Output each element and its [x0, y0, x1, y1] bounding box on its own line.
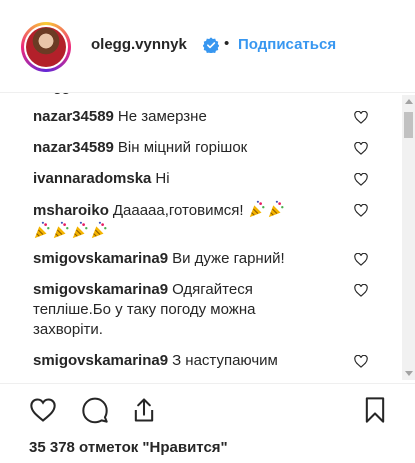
- heart-outline-icon[interactable]: [354, 355, 368, 368]
- follow-button[interactable]: Подписаться: [238, 36, 336, 53]
- comment-author[interactable]: ivannaradomska: [33, 170, 151, 187]
- bookmark-icon[interactable]: [361, 396, 389, 424]
- comment-text: Ні: [155, 170, 170, 187]
- heart-outline-icon[interactable]: [354, 173, 368, 186]
- scroll-down-arrow-icon[interactable]: [405, 371, 413, 376]
- cut-off-comment: olegg_v: [33, 93, 113, 97]
- comment-author[interactable]: nazar34589: [33, 108, 114, 125]
- avatar[interactable]: [21, 22, 71, 72]
- likes-count[interactable]: 35 378 отметок "Нравится": [29, 439, 228, 456]
- comment-author[interactable]: nazar34589: [33, 139, 114, 156]
- comment-author[interactable]: msharoiko: [33, 202, 109, 219]
- scrollbar-thumb[interactable]: [404, 112, 413, 138]
- comment-7: smigovskamarina9 З наступаючим: [33, 351, 333, 371]
- comment-text: Він міцний горішок: [117, 139, 248, 156]
- verified-badge-icon: [203, 37, 219, 53]
- comment-1: nazar34589 Не замерзне: [33, 107, 333, 127]
- party-popper-emoji: [268, 200, 284, 218]
- comments-scrollbar[interactable]: [402, 95, 415, 380]
- heart-outline-icon[interactable]: [354, 142, 368, 155]
- party-popper-emoji: [34, 221, 50, 239]
- party-popper-emoji: [91, 221, 107, 239]
- username-link[interactable]: olegg.vynnyk: [91, 36, 187, 53]
- party-popper-emoji: [72, 221, 88, 239]
- comment-author[interactable]: smigovskamarina9: [33, 281, 168, 298]
- post-actions: 35 378 отметок "Нравится": [0, 383, 415, 463]
- scroll-up-arrow-icon[interactable]: [405, 99, 413, 104]
- party-popper-emoji: [53, 221, 69, 239]
- heart-outline-icon[interactable]: [354, 111, 368, 124]
- heart-outline-icon[interactable]: [354, 284, 368, 297]
- share-icon[interactable]: [130, 396, 158, 424]
- comment-author[interactable]: smigovskamarina9: [33, 250, 168, 267]
- heart-outline-icon[interactable]: [354, 253, 368, 266]
- post-header: olegg.vynnyk • Подписаться: [0, 0, 415, 93]
- comment-text: Дааааа,готовимся!: [112, 202, 244, 219]
- comment-text: Ви дуже гарний!: [172, 250, 285, 267]
- comment-2: nazar34589 Він міцний горішок: [33, 138, 333, 158]
- comment-3: ivannaradomska Ні: [33, 169, 333, 189]
- comment-author[interactable]: smigovskamarina9: [33, 352, 168, 369]
- comment-bubble-icon[interactable]: [81, 396, 109, 424]
- comment-6: smigovskamarina9 Одягайтеся тепліше.Бо у …: [33, 280, 323, 340]
- heart-outline-icon[interactable]: [29, 396, 57, 424]
- comment-text: З наступаючим: [172, 352, 278, 369]
- header-separator: •: [224, 35, 230, 52]
- party-popper-emoji: [249, 200, 265, 218]
- comment-5: smigovskamarina9 Ви дуже гарний!: [33, 249, 333, 269]
- comment-4: msharoiko Дааааа,готовимся!: [33, 200, 333, 242]
- comment-text: Не замерзне: [117, 108, 207, 125]
- comments-list[interactable]: olegg_v nazar34589Не замерзне nazar34589…: [0, 93, 415, 383]
- heart-outline-icon[interactable]: [354, 204, 368, 217]
